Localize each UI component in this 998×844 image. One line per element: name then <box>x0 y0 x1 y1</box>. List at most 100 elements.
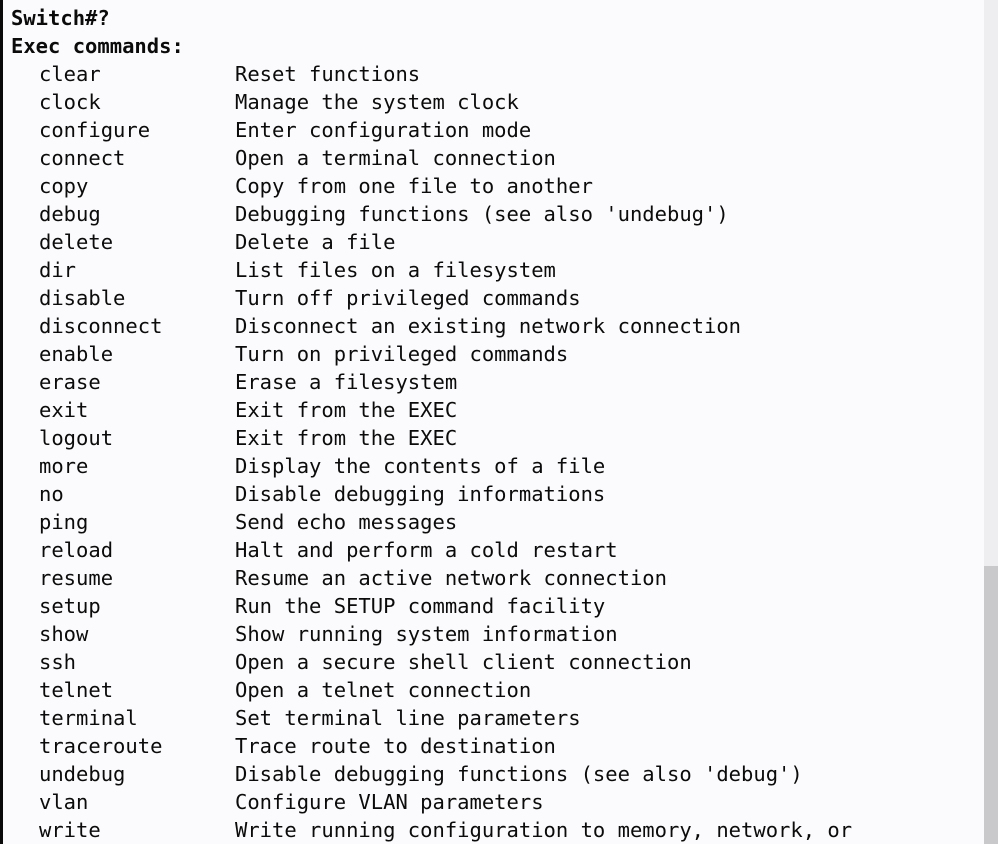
command-row: reload Halt and perform a cold restart <box>3 536 965 564</box>
command-description: Disconnect an existing network connectio… <box>235 314 742 338</box>
command-description: Manage the system clock <box>235 90 519 114</box>
terminal-output-area[interactable]: Switch#? Exec commands: clear Reset funct… <box>3 0 965 844</box>
command-indent <box>11 788 39 816</box>
command-name: enable <box>39 342 114 366</box>
command-description: Send echo messages <box>235 510 458 534</box>
command-indent <box>11 424 39 452</box>
command-row: erase Erase a filesystem <box>3 368 965 396</box>
command-indent <box>11 368 39 396</box>
command-indent <box>11 144 39 172</box>
command-indent <box>11 508 39 536</box>
command-indent <box>11 536 39 564</box>
command-description: Halt and perform a cold restart <box>235 538 618 562</box>
command-row: write Write running configuration to memo… <box>3 816 965 844</box>
command-row: clear Reset functions <box>3 60 965 88</box>
command-row: telnet Open a telnet connection <box>3 676 965 704</box>
command-row: clock Manage the system clock <box>3 88 965 116</box>
command-row: traceroute Trace route to destination <box>3 732 965 760</box>
command-indent <box>11 312 39 340</box>
command-description: Exit from the EXEC <box>235 426 458 450</box>
command-row: connect Open a terminal connection <box>3 144 965 172</box>
command-name: resume <box>39 566 114 590</box>
command-indent <box>11 816 39 844</box>
command-row: logout Exit from the EXEC <box>3 424 965 452</box>
command-indent <box>11 592 39 620</box>
command-row: debug Debugging functions (see also 'unde… <box>3 200 965 228</box>
command-row: resume Resume an active network connectio… <box>3 564 965 592</box>
command-name: debug <box>39 202 101 226</box>
command-description: Turn off privileged commands <box>235 286 581 310</box>
command-row: copy Copy from one file to another <box>3 172 965 200</box>
command-row: more Display the contents of a file <box>3 452 965 480</box>
command-name: more <box>39 454 89 478</box>
command-indent <box>11 256 39 284</box>
command-row: delete Delete a file <box>3 228 965 256</box>
command-indent <box>11 228 39 256</box>
command-indent <box>11 648 39 676</box>
command-description: Open a terminal connection <box>235 146 556 170</box>
command-name: dir <box>39 258 77 282</box>
command-name: ssh <box>39 650 77 674</box>
command-row: no Disable debugging informations <box>3 480 965 508</box>
command-description: Trace route to destination <box>235 734 556 758</box>
command-description: Resume an active network connection <box>235 566 667 590</box>
command-name: delete <box>39 230 114 254</box>
command-description: Disable debugging informations <box>235 482 606 506</box>
command-description: Turn on privileged commands <box>235 342 569 366</box>
command-row: setup Run the SETUP command facility <box>3 592 965 620</box>
command-name: disable <box>39 286 126 310</box>
command-name: no <box>39 482 64 506</box>
command-indent <box>11 564 39 592</box>
command-description: Exit from the EXEC <box>235 398 458 422</box>
command-description: Erase a filesystem <box>235 370 458 394</box>
scrollbar-thumb[interactable] <box>984 0 998 566</box>
command-indent <box>11 284 39 312</box>
command-indent <box>11 620 39 648</box>
command-row: exit Exit from the EXEC <box>3 396 965 424</box>
command-indent <box>11 760 39 788</box>
command-row: undebug Disable debugging functions (see … <box>3 760 965 788</box>
command-indent <box>11 60 39 88</box>
vertical-scrollbar[interactable] <box>984 0 998 844</box>
command-name: connect <box>39 146 126 170</box>
terminal-window: Switch#? Exec commands: clear Reset funct… <box>0 0 998 844</box>
command-name: ping <box>39 510 89 534</box>
command-name: clock <box>39 90 101 114</box>
command-indent <box>11 452 39 480</box>
command-name: undebug <box>39 762 126 786</box>
command-name: telnet <box>39 678 114 702</box>
command-description: Configure VLAN parameters <box>235 790 544 814</box>
command-description: Write running configuration to memory, n… <box>235 818 853 842</box>
command-name: erase <box>39 370 101 394</box>
command-description: List files on a filesystem <box>235 258 556 282</box>
command-name: setup <box>39 594 101 618</box>
command-indent <box>11 732 39 760</box>
command-description: Debugging functions (see also 'undebug') <box>235 202 729 226</box>
command-row: enable Turn on privileged commands <box>3 340 965 368</box>
command-row: terminal Set terminal line parameters <box>3 704 965 732</box>
command-row: dir List files on a filesystem <box>3 256 965 284</box>
command-indent <box>11 676 39 704</box>
command-indent <box>11 172 39 200</box>
command-name: exit <box>39 398 89 422</box>
command-description: Enter configuration mode <box>235 118 532 142</box>
command-name: clear <box>39 62 101 86</box>
command-description: Open a secure shell client connection <box>235 650 692 674</box>
command-list: clear Reset functions clock Manage the sys… <box>3 60 965 844</box>
command-row: configure Enter configuration mode <box>3 116 965 144</box>
command-row: disable Turn off privileged commands <box>3 284 965 312</box>
command-name: show <box>39 622 89 646</box>
command-indent <box>11 200 39 228</box>
scroll-gutter <box>965 0 984 844</box>
command-name: vlan <box>39 790 89 814</box>
command-description: Set terminal line parameters <box>235 706 581 730</box>
command-description: Display the contents of a file <box>235 454 606 478</box>
command-indent <box>11 88 39 116</box>
command-indent <box>11 480 39 508</box>
command-name: copy <box>39 174 89 198</box>
command-prompt-line[interactable]: Switch#? <box>3 4 965 32</box>
command-row: ping Send echo messages <box>3 508 965 536</box>
command-row: ssh Open a secure shell client connection <box>3 648 965 676</box>
command-description: Reset functions <box>235 62 421 86</box>
command-description: Copy from one file to another <box>235 174 593 198</box>
